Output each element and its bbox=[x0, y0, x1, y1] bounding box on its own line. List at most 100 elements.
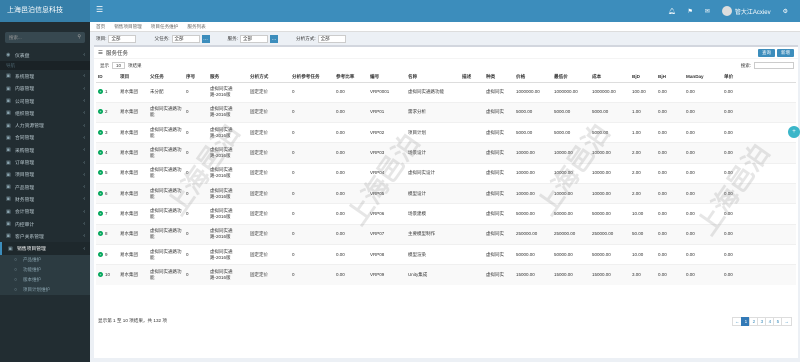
gear-icon[interactable]: ⚙ bbox=[783, 8, 788, 15]
row-id: 5 bbox=[105, 170, 108, 176]
column-header[interactable]: BjH bbox=[656, 72, 684, 83]
table-row[interactable]: +8 易水集团 虚拟同实通路功能 0 虚拟同实通路-2016版 固定定价 0 0.00 VRP0… bbox=[96, 223, 796, 245]
circle-icon: ○ bbox=[14, 286, 18, 293]
column-header[interactable]: ManDay bbox=[684, 72, 722, 83]
select-search-button[interactable]: … bbox=[201, 35, 210, 43]
column-header[interactable]: 编号 bbox=[368, 72, 406, 83]
column-header[interactable]: 分析参考任务 bbox=[290, 72, 334, 83]
column-header[interactable]: 服务 bbox=[208, 72, 248, 83]
cell-method: 固定定价 bbox=[248, 243, 290, 265]
sidebar-item[interactable]: ▣ 采购管理 ‹ bbox=[0, 144, 90, 156]
sidebar-item[interactable]: ▣ 系统管理 ‹ bbox=[0, 70, 90, 82]
sidebar-item[interactable]: ▣ 项目管理 ‹ bbox=[0, 169, 90, 181]
cell-name: 场景设计 bbox=[406, 142, 460, 164]
column-header[interactable]: 名称 bbox=[406, 72, 460, 83]
column-header[interactable]: 种类 bbox=[484, 72, 514, 83]
cell-unit: 0.00 bbox=[722, 81, 796, 103]
sidebar-item[interactable]: ▣ 会计管理 ‹ bbox=[0, 206, 90, 218]
column-header[interactable]: ID bbox=[96, 72, 118, 83]
floating-action-button[interactable]: + bbox=[788, 126, 800, 138]
sidebar-item[interactable]: ▣ 财务管理 ‹ bbox=[0, 193, 90, 205]
menu-toggle-icon[interactable]: ☰ bbox=[96, 5, 103, 14]
breadcrumb-item[interactable]: 销售项目管理 bbox=[114, 24, 142, 30]
sidebar-item[interactable]: ▣ 产品管理 ‹ bbox=[0, 181, 90, 193]
expand-row-icon[interactable]: + bbox=[98, 272, 103, 278]
query-button[interactable]: 查询 bbox=[758, 49, 775, 57]
sidebar-item[interactable]: ▣ 组织管理 ‹ bbox=[0, 107, 90, 119]
brand-logo[interactable]: 上海邑泊信息科技 bbox=[0, 0, 90, 22]
column-header[interactable]: 参考比率 bbox=[334, 72, 368, 83]
next-page-button[interactable]: → bbox=[781, 317, 792, 326]
column-header[interactable]: 成本 bbox=[590, 72, 630, 83]
expand-row-icon[interactable]: + bbox=[98, 190, 103, 196]
expand-row-icon[interactable]: + bbox=[98, 109, 103, 115]
sidebar-item[interactable]: ▣ 销售项目管理 ‹ bbox=[0, 242, 90, 255]
sidebar-subitem[interactable]: ○ 产品维护 bbox=[0, 255, 90, 265]
select-search-button[interactable]: … bbox=[270, 35, 278, 43]
cell-method: 固定定价 bbox=[248, 81, 290, 103]
sidebar-subitem[interactable]: ○ 项目计划维护 bbox=[0, 285, 90, 295]
search-icon[interactable]: ⚲ bbox=[77, 34, 81, 40]
project-select[interactable]: 全部 bbox=[108, 35, 137, 43]
service-select[interactable]: 全部 bbox=[240, 35, 268, 43]
breadcrumb-item[interactable]: 项目任务维护 bbox=[151, 24, 179, 30]
expand-row-icon[interactable]: + bbox=[98, 210, 103, 216]
table-search-input[interactable] bbox=[754, 62, 794, 69]
column-header[interactable]: 序号 bbox=[184, 72, 208, 83]
bell-icon[interactable]: 🔔︎ bbox=[668, 8, 676, 15]
sidebar-item[interactable]: ▣ 订单管理 ‹ bbox=[0, 156, 90, 168]
table-row[interactable]: +9 易水集团 虚拟同实通路功能 0 虚拟同实通路-2016版 固定定价 0 0.00 VRP0… bbox=[96, 243, 796, 265]
column-header[interactable]: 单价 bbox=[722, 72, 796, 83]
cell-cost: 15000.00 bbox=[590, 264, 630, 285]
page-size-select[interactable]: 10 bbox=[112, 62, 126, 69]
row-id: 7 bbox=[105, 210, 108, 216]
column-header[interactable]: 分析方式 bbox=[248, 72, 290, 83]
sidebar-item[interactable]: ▣ 内容管理 ‹ bbox=[0, 83, 90, 95]
table-row[interactable]: +6 易水集团 虚拟同实通路功能 0 虚拟同实通路-2016版 固定定价 0 0.00 VRP0… bbox=[96, 182, 796, 204]
expand-row-icon[interactable]: + bbox=[98, 89, 103, 95]
sidebar-subitem[interactable]: ○ 功能维护 bbox=[0, 265, 90, 275]
column-header[interactable]: 父任务 bbox=[148, 72, 184, 83]
envelope-icon[interactable]: ✉ bbox=[705, 8, 710, 15]
cell-ref: 0 bbox=[290, 243, 334, 265]
column-header[interactable]: 描述 bbox=[460, 72, 484, 83]
analysis-method-select[interactable]: 全部 bbox=[317, 35, 346, 43]
sidebar-search-input[interactable]: 搜索... ⚲ bbox=[5, 32, 85, 43]
expand-row-icon[interactable]: + bbox=[98, 129, 103, 135]
expand-row-icon[interactable]: + bbox=[98, 251, 103, 257]
sidebar-item[interactable]: ▣ 公司管理 ‹ bbox=[0, 95, 90, 107]
table-row[interactable]: +5 易水集团 虚拟同实通路功能 0 虚拟同实通路-2016版 固定定价 0 0.00 VRP0… bbox=[96, 162, 796, 184]
cell-ref: 0 bbox=[290, 142, 334, 164]
table-row[interactable]: +3 易水集团 虚拟同实通路功能 0 虚拟同实通路-2016版 固定定价 0 0.00 VRP0… bbox=[96, 122, 796, 143]
cell-ref: 0 bbox=[290, 182, 334, 204]
flag-icon[interactable]: ⚑ bbox=[688, 8, 693, 15]
table-row[interactable]: +1 易水集团 未分配 0 虚拟同实通路-2016版 固定定价 0 0.00 VRP0001 虚拟… bbox=[96, 81, 796, 103]
table-row[interactable]: +10 易水集团 虚拟同实通路功能 0 虚拟同实通路-2016版 固定定价 0 0.00 VRP… bbox=[96, 264, 796, 285]
parent-task-select[interactable]: 全部 bbox=[171, 35, 200, 43]
cell-method: 固定定价 bbox=[248, 162, 290, 184]
expand-row-icon[interactable]: + bbox=[98, 231, 103, 237]
expand-row-icon[interactable]: + bbox=[98, 170, 103, 176]
table-row[interactable]: +2 易水集团 虚拟同实通路功能 0 虚拟同实通路-2016版 固定定价 0 0.00 VRP0… bbox=[96, 101, 796, 123]
breadcrumb-home[interactable]: 首页 bbox=[96, 24, 105, 30]
sidebar-item-dashboard[interactable]: ◉ 仪表盘 ‹ bbox=[0, 49, 90, 61]
cell-cost: 5000.00 bbox=[590, 101, 630, 123]
expand-row-icon[interactable]: + bbox=[98, 150, 103, 156]
column-header[interactable]: 最低价 bbox=[552, 72, 590, 83]
sidebar-item[interactable]: ▣ 客户关系管理 ‹ bbox=[0, 230, 90, 242]
sidebar-subitem[interactable]: ○ 版本维护 bbox=[0, 275, 90, 285]
column-header[interactable]: 价格 bbox=[514, 72, 552, 83]
sidebar-item[interactable]: ▣ 内控审计 ‹ bbox=[0, 218, 90, 230]
user-menu[interactable]: 管大江Acxiev bbox=[721, 6, 771, 16]
new-button[interactable]: 新增 bbox=[777, 49, 794, 57]
table-row[interactable]: +7 易水集团 虚拟同实通路功能 0 虚拟同实通路-2016版 固定定价 0 0.00 VRP0… bbox=[96, 203, 796, 225]
breadcrumb-current: 服务列表 bbox=[187, 23, 206, 29]
table-row[interactable]: +4 易水集团 虚拟同实通路功能 0 虚拟同实通路-2016版 固定定价 0 0.00 VRP0… bbox=[96, 142, 796, 164]
sidebar-item[interactable]: ▣ 人力资源管理 ‹ bbox=[0, 119, 90, 131]
column-header[interactable]: 项目 bbox=[118, 72, 148, 83]
sidebar-item[interactable]: ▣ 合同管理 ‹ bbox=[0, 132, 90, 144]
sidebar-item-label: 内控审计 bbox=[15, 222, 35, 228]
column-header[interactable]: BjD bbox=[630, 72, 656, 83]
cell-bjd: 2.00 bbox=[630, 162, 656, 184]
menu-icon: ▣ bbox=[6, 221, 11, 227]
